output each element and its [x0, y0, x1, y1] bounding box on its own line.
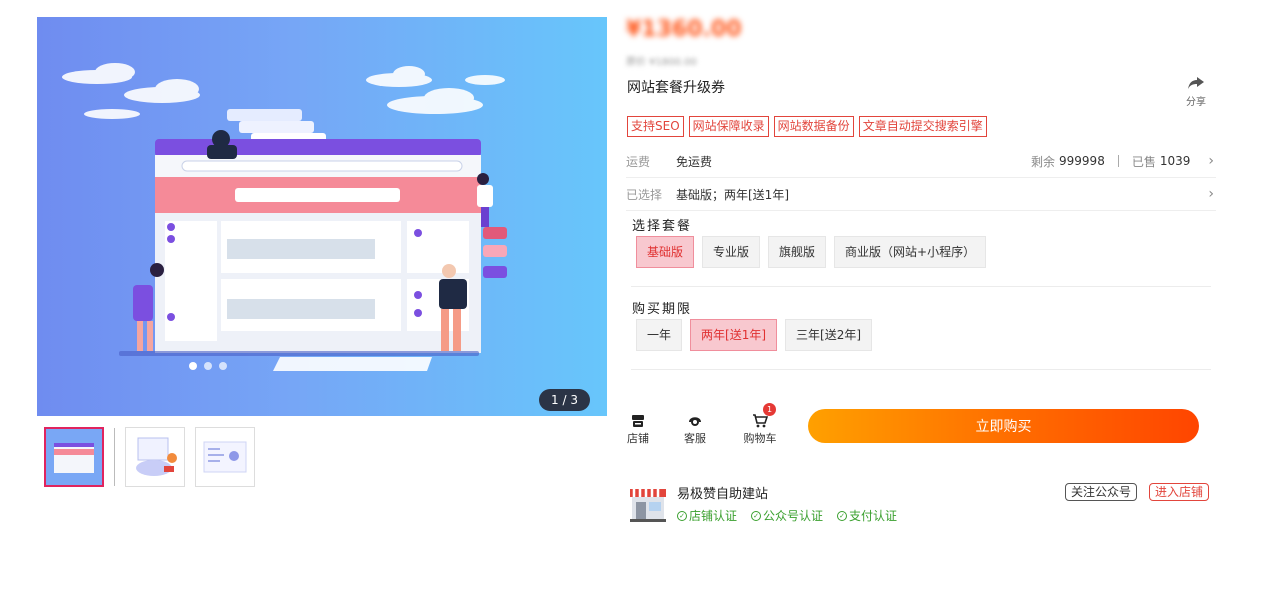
- package-option-basic[interactable]: 基础版: [636, 236, 695, 268]
- enter-store-button[interactable]: 进入店铺: [1149, 483, 1210, 501]
- cart-badge: 1: [763, 403, 776, 416]
- original-price: 原价 ¥1800.00: [626, 57, 697, 68]
- chevron-right-icon: ›: [1208, 186, 1214, 202]
- service-action[interactable]: 客服: [683, 408, 707, 446]
- selected-chevron-wrap: ›: [1190, 186, 1216, 202]
- tag-seo: 支持SEO: [627, 116, 684, 137]
- product-gallery: 1 / 3: [37, 17, 607, 487]
- package-options: 基础版 专业版 旗舰版 商业版（网站+小程序）: [636, 236, 994, 268]
- selected-label: 已选择: [626, 187, 663, 202]
- service-icon-wrap: [683, 408, 707, 428]
- store-certifications: ✓ 店铺认证 ✓ 公众号认证 ✓ 支付认证: [677, 507, 911, 524]
- check-circle-icon: ✓: [677, 510, 687, 521]
- cart-icon: [753, 414, 768, 428]
- stock-label: 剩余: [1031, 154, 1056, 169]
- main-product-image[interactable]: 1 / 3: [37, 17, 607, 416]
- cart-action[interactable]: 1 购物车: [742, 403, 778, 446]
- share-label: 分享: [1186, 97, 1206, 108]
- store-label: 店铺: [627, 432, 649, 445]
- store-icon: [632, 415, 644, 427]
- check-circle-icon: ✓: [837, 510, 848, 521]
- headset-icon: [689, 417, 701, 426]
- store-action[interactable]: 店铺: [626, 408, 650, 446]
- product-title: 网站套餐升级券: [627, 80, 725, 96]
- website-illustration: [62, 63, 507, 371]
- thumbnail-2[interactable]: [125, 427, 185, 487]
- store-icon-wrap: [626, 408, 650, 428]
- cert-store: ✓ 店铺认证: [677, 507, 737, 524]
- stock-info: 剩余 999998 已售 1039 ›: [1031, 153, 1216, 170]
- cert-payment-label: 支付认证: [849, 509, 898, 523]
- cert-store-label: 店铺认证: [689, 509, 738, 523]
- tag-auto-submit: 文章自动提交搜索引擎: [858, 116, 987, 137]
- sold-label: 已售: [1131, 154, 1156, 169]
- package-option-pro[interactable]: 专业版: [702, 236, 761, 268]
- chevron-right-icon: ›: [1208, 153, 1214, 169]
- period-option-2year[interactable]: 两年[送1年]: [690, 319, 778, 351]
- price: ¥1360.00: [626, 17, 742, 42]
- cert-payment: ✓ 支付认证: [837, 507, 897, 524]
- period-option-1year[interactable]: 一年: [636, 319, 683, 351]
- package-title: 选择套餐: [632, 219, 693, 234]
- package-option-flagship[interactable]: 旗舰版: [768, 236, 827, 268]
- store-card: 易极赞自助建站 ✓ 店铺认证 ✓ 公众号认证 ✓ 支付认证 关注公众号 进入店铺: [626, 481, 1216, 531]
- thumbnail-1[interactable]: [44, 427, 104, 487]
- period-option-3year[interactable]: 三年[送2年]: [785, 319, 873, 351]
- thumbnail-divider: [114, 428, 115, 486]
- thumbnail-3[interactable]: [195, 427, 255, 487]
- feature-tags: 支持SEO 网站保障收录 网站数据备份 文章自动提交搜索引擎: [627, 116, 992, 137]
- check-circle-icon: ✓: [751, 510, 762, 521]
- service-label: 客服: [684, 432, 706, 445]
- section-divider: [631, 369, 1211, 370]
- follow-account-button[interactable]: 关注公众号: [1065, 483, 1138, 501]
- period-options: 一年 两年[送1年] 三年[送2年]: [636, 319, 880, 351]
- cart-label: 购物车: [743, 432, 777, 445]
- stock-separator: [1117, 155, 1119, 167]
- share-icon: [1188, 77, 1204, 89]
- thumbnail-2-image: [126, 428, 184, 486]
- cert-official-account: ✓ 公众号认证: [751, 507, 823, 524]
- action-bar: 店铺 客服 1 购物车 立即购买: [626, 403, 1216, 448]
- buy-now-button[interactable]: 立即购买: [808, 409, 1199, 443]
- tag-indexing: 网站保障收录: [688, 116, 769, 137]
- cart-icon-wrap: 1: [742, 403, 778, 428]
- image-counter: 1 / 3: [539, 389, 590, 411]
- selected-value: 基础版；两年[送1年]: [676, 187, 789, 202]
- shipping-label: 运费: [626, 154, 651, 169]
- share-button[interactable]: 分享: [1182, 76, 1210, 108]
- tag-backup: 网站数据备份: [773, 116, 854, 137]
- shop-front-icon: [630, 489, 666, 522]
- section-divider: [631, 286, 1211, 287]
- thumbnail-strip: [44, 427, 265, 487]
- thumbnail-3-image: [196, 428, 254, 486]
- sold-value: 1039: [1159, 154, 1191, 168]
- store-name: 易极赞自助建站: [677, 487, 769, 502]
- shipping-row[interactable]: 运费 免运费 剩余 999998 已售 1039 ›: [626, 145, 1216, 178]
- thumbnail-1-image: [46, 429, 102, 485]
- selected-row[interactable]: 已选择 基础版；两年[送1年] ›: [626, 178, 1216, 211]
- cert-official-account-label: 公众号认证: [763, 509, 824, 523]
- stock-value: 999998: [1059, 154, 1105, 168]
- period-title: 购买期限: [632, 302, 693, 317]
- package-option-business[interactable]: 商业版（网站+小程序）: [834, 236, 987, 268]
- shipping-value: 免运费: [676, 154, 713, 169]
